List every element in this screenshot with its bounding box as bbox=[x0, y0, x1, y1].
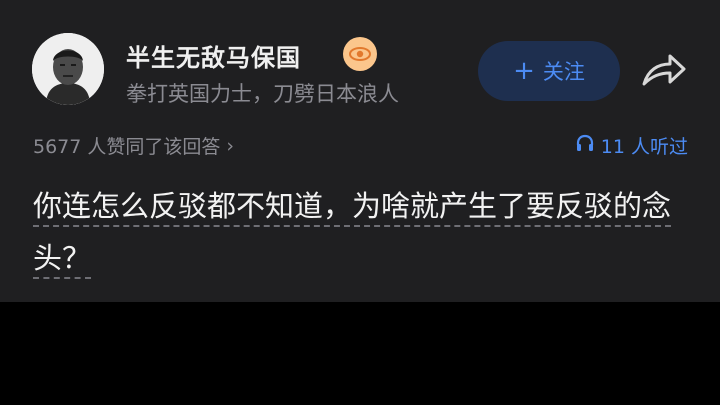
share-arrow-icon[interactable] bbox=[640, 50, 688, 92]
author-bio: 拳打英国力士，刀劈日本浪人 bbox=[126, 82, 399, 106]
follow-button[interactable]: + 关注 bbox=[478, 41, 620, 101]
eye-badge-icon[interactable] bbox=[343, 37, 377, 71]
author-name[interactable]: 半生无敌马保国 bbox=[126, 38, 301, 73]
chevron-right-icon: › bbox=[226, 134, 235, 157]
likes-link[interactable]: 5677 人赞同了该回答 › bbox=[33, 132, 234, 159]
follow-label: 关注 bbox=[542, 60, 585, 84]
answer-text-content: 你连怎么反驳都不知道，为啥就产生了要反驳的念头？ bbox=[33, 189, 672, 279]
avatar-portrait-icon bbox=[32, 33, 104, 105]
listeners-count-text: 11 人听过 bbox=[600, 136, 688, 158]
bottom-letterbox bbox=[0, 302, 720, 405]
likes-count-text: 5677 人赞同了该回答 bbox=[33, 136, 221, 158]
answer-card: 半生无敌马保国 拳打英国力士，刀劈日本浪人 + 关注 5677 人赞同了该回答 … bbox=[0, 0, 720, 302]
headphones-icon bbox=[575, 133, 595, 158]
plus-icon: + bbox=[513, 56, 535, 86]
listen-link[interactable]: 11 人听过 bbox=[575, 132, 688, 159]
answer-text[interactable]: 你连怎么反驳都不知道，为啥就产生了要反驳的念头？ bbox=[33, 180, 693, 284]
author-avatar[interactable] bbox=[32, 33, 104, 105]
